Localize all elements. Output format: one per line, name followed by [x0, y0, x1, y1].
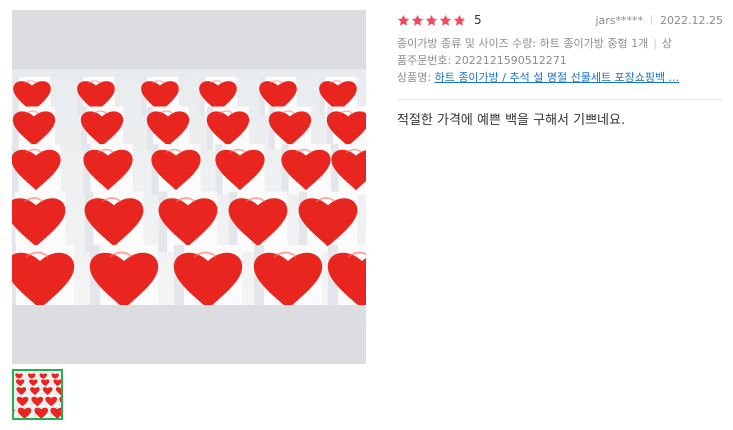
- heart-bag: [85, 192, 144, 252]
- heart-bag: [83, 144, 132, 194]
- purchase-options: 종이가방 종류 및 사이즈 수량: 하트 종이가방 중형 1개 | 상 품주문번호:…: [397, 35, 719, 86]
- heart-bag: [16, 378, 24, 387]
- heart-bag: [31, 395, 43, 407]
- review-author: jars*****: [595, 13, 644, 27]
- product-name-link[interactable]: 하트 종이가방 / 추석 설 명절 선물세트 포장쇼핑백 ...: [435, 71, 680, 84]
- option-text: 종이가방 종류 및 사이즈 수량: 하트 종이가방 중형 1개: [397, 37, 649, 50]
- heart-bag: [13, 107, 55, 150]
- author-date: jars***** 2022.12.25: [595, 14, 723, 27]
- product-name-line: 상품명: 하트 종이가방 / 추석 설 명절 선물세트 포장쇼핑백 ...: [397, 69, 719, 86]
- order-number-line: 품주문번호: 2022121590512271: [397, 54, 567, 67]
- star-icon: [425, 14, 438, 26]
- heart-bag: [14, 406, 15, 418]
- review-photo: [12, 69, 366, 305]
- heart-bag: [45, 395, 57, 407]
- heart-bag: [147, 107, 189, 150]
- heart-bag: [17, 395, 29, 407]
- product-name-label: 상품명:: [397, 71, 432, 84]
- heart-bag: [43, 386, 53, 396]
- heart-bag: [207, 107, 249, 150]
- thumbnail-image: [14, 371, 61, 418]
- star-icon: [439, 14, 452, 26]
- heart-bag: [53, 378, 61, 387]
- review-photo-frame[interactable]: [12, 10, 366, 364]
- heart-bag: [16, 386, 26, 396]
- review-body: 적절한 가격에 예쁜 백을 구해서 기쁘네요.: [397, 113, 626, 128]
- review-meta-row: 5 jars***** 2022.12.25: [397, 11, 723, 29]
- heart-bag: [229, 192, 288, 252]
- review-date: 2022.12.25: [660, 13, 723, 27]
- star-icon: [453, 14, 466, 26]
- heart-bag: [56, 386, 61, 396]
- heart-bag: [331, 144, 366, 194]
- heart-bag: [34, 406, 48, 418]
- heart-bag: [12, 245, 74, 305]
- heart-bag: [327, 107, 366, 150]
- heart-bag: [81, 107, 123, 150]
- heart-bag: [12, 144, 61, 194]
- heart-bag: [50, 406, 61, 418]
- heart-bag: [269, 107, 311, 150]
- heart-bag: [151, 144, 200, 194]
- option-line: 종이가방 종류 및 사이즈 수량: 하트 종이가방 중형 1개 | 상: [397, 35, 719, 52]
- heart-bag: [30, 386, 40, 396]
- heart-bag: [215, 144, 264, 194]
- heart-bag: [29, 378, 37, 387]
- rating-value: 5: [474, 13, 482, 27]
- heart-bag: [12, 192, 65, 252]
- heart-bag: [18, 406, 32, 418]
- heart-bag: [254, 245, 322, 305]
- content-divider: [397, 99, 723, 100]
- review-card: 5 jars***** 2022.12.25 종이가방 종류 및 사이즈 수량:…: [0, 0, 733, 430]
- option-tail: 상: [661, 37, 673, 50]
- heart-bag: [41, 378, 49, 387]
- heart-bag: [281, 144, 330, 194]
- heart-bag: [299, 192, 358, 252]
- heart-bag: [59, 395, 61, 407]
- photo-thumbnail-selected[interactable]: [12, 369, 63, 420]
- star-icon: [397, 14, 410, 26]
- star-icon: [411, 14, 424, 26]
- heart-bag: [328, 245, 366, 305]
- meta-divider: [651, 15, 653, 25]
- heart-bag: [174, 245, 242, 305]
- option-separator: |: [653, 37, 657, 50]
- heart-bag: [159, 192, 218, 252]
- rating-stars: [397, 14, 466, 27]
- heart-bag: [90, 245, 158, 305]
